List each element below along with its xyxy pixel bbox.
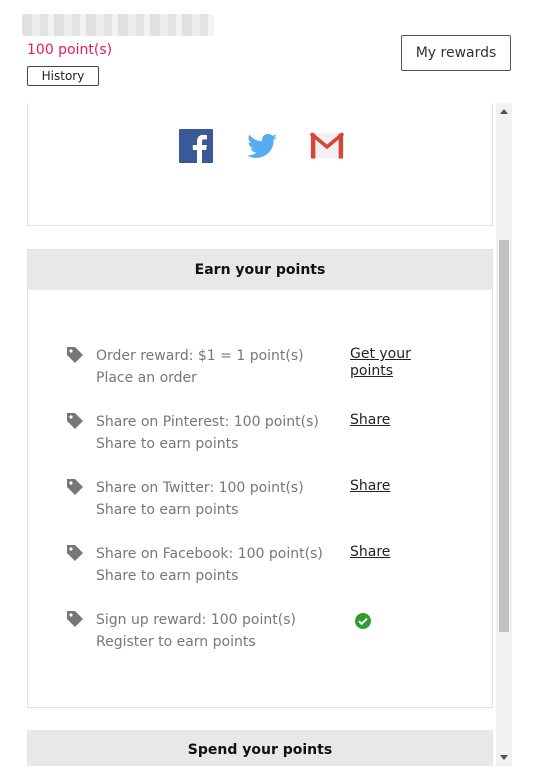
scroll-up-icon[interactable] — [500, 109, 508, 114]
tag-icon — [67, 545, 83, 561]
rewards-panel[interactable]: Earn your points Order reward: $1 = 1 po… — [22, 103, 512, 766]
points-balance: 100 point(s) — [27, 42, 113, 58]
earn-points-card: Earn your points Order reward: $1 = 1 po… — [27, 249, 493, 708]
earn-item-facebook: Share on Facebook: 100 point(s) Share to… — [28, 544, 492, 594]
share-twitter-link[interactable]: Share — [350, 478, 390, 495]
tag-icon — [67, 347, 83, 363]
earn-item-title: Share on Facebook: 100 point(s) — [96, 546, 323, 562]
earn-item-order: Order reward: $1 = 1 point(s) Place an o… — [28, 346, 492, 396]
earn-item-subtitle: Share to earn points — [96, 502, 239, 518]
share-card — [27, 103, 493, 226]
earn-item-pinterest: Share on Pinterest: 100 point(s) Share t… — [28, 412, 492, 462]
gmail-icon[interactable] — [310, 129, 344, 163]
earn-item-signup: Sign up reward: 100 point(s) Register to… — [28, 610, 492, 660]
scrollbar[interactable] — [496, 103, 512, 766]
spend-points-card: Spend your points — [27, 730, 493, 766]
history-button[interactable]: History — [27, 66, 99, 86]
facebook-icon[interactable] — [179, 129, 213, 163]
tag-icon — [67, 479, 83, 495]
earn-item-title: Share on Pinterest: 100 point(s) — [96, 414, 319, 430]
check-circle-icon — [355, 613, 371, 629]
tag-icon — [67, 413, 83, 429]
earn-item-title: Share on Twitter: 100 point(s) — [96, 480, 304, 496]
earn-item-subtitle: Place an order — [96, 370, 197, 386]
earn-section-title: Earn your points — [28, 250, 492, 290]
tag-icon — [67, 611, 83, 627]
earn-item-title: Sign up reward: 100 point(s) — [96, 612, 296, 628]
twitter-icon[interactable] — [245, 129, 279, 163]
earn-item-subtitle: Share to earn points — [96, 568, 239, 584]
earn-item-subtitle: Share to earn points — [96, 436, 239, 452]
earn-item-subtitle: Register to earn points — [96, 634, 256, 650]
share-pinterest-link[interactable]: Share — [350, 412, 390, 429]
store-name-blurred — [22, 14, 214, 36]
my-rewards-button[interactable]: My rewards — [401, 35, 511, 71]
earn-item-twitter: Share on Twitter: 100 point(s) Share to … — [28, 478, 492, 528]
earn-item-title: Order reward: $1 = 1 point(s) — [96, 348, 304, 364]
scroll-down-icon[interactable] — [500, 755, 508, 760]
get-your-points-link[interactable]: Get your points — [350, 346, 422, 380]
spend-section-title: Spend your points — [27, 730, 493, 766]
scrollbar-thumb[interactable] — [499, 240, 509, 632]
share-facebook-link[interactable]: Share — [350, 544, 390, 561]
